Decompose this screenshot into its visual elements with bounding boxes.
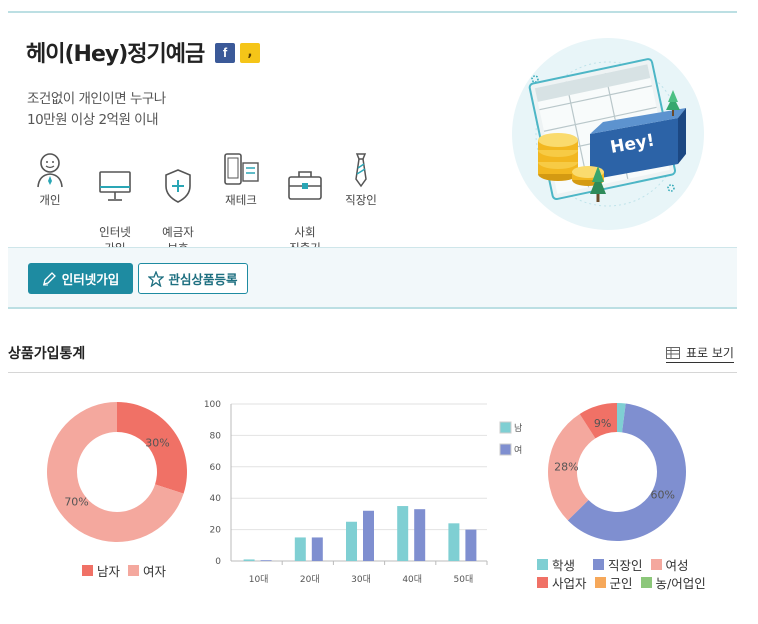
bar-legend-swatch-0 bbox=[499, 421, 512, 434]
monitor-icon bbox=[99, 171, 131, 201]
legend-swatch-military bbox=[594, 577, 606, 588]
product-illustration: Hey! bbox=[512, 38, 704, 230]
wishlist-register-button[interactable]: 관심상품등록 bbox=[138, 263, 248, 294]
x-tick-label: 20대 bbox=[300, 574, 320, 585]
bar-여-20대 bbox=[311, 537, 323, 561]
person-icon bbox=[37, 153, 63, 188]
facebook-share-icon[interactable]: f bbox=[215, 43, 235, 63]
bar-legend-label-1: 여 bbox=[514, 444, 522, 456]
feature-employee: 직장인 bbox=[334, 152, 388, 208]
legend-swatch-farmer bbox=[640, 577, 652, 588]
bar-남-10대 bbox=[243, 559, 255, 561]
table-view-link[interactable]: 표로 보기 bbox=[666, 344, 734, 363]
x-tick-label: 30대 bbox=[351, 574, 371, 585]
action-bar: 인터넷가입 관심상품등록 bbox=[8, 247, 737, 309]
shield-icon bbox=[165, 169, 191, 203]
legend-label-business: 사업자 bbox=[552, 576, 587, 591]
gender-legend: 남자 여자 bbox=[82, 561, 166, 580]
legend-label-woman: 여성 bbox=[665, 558, 689, 573]
legend-label-male: 남자 bbox=[97, 564, 121, 579]
necktie-icon bbox=[355, 153, 367, 188]
table-icon bbox=[666, 346, 680, 359]
x-tick-label: 40대 bbox=[402, 574, 422, 585]
y-tick-label: 0 bbox=[215, 557, 221, 567]
y-tick-label: 40 bbox=[210, 494, 222, 504]
feature-personal: 개인 bbox=[23, 152, 77, 208]
x-tick-label: 10대 bbox=[249, 574, 269, 585]
bar-남-50대 bbox=[448, 523, 460, 561]
stats-divider bbox=[8, 372, 737, 373]
donut-data-label-0: 30% bbox=[145, 437, 169, 450]
legend-label-employee: 직장인 bbox=[608, 558, 643, 573]
legend-swatch-female bbox=[128, 565, 140, 576]
donut-data-label-1: 60% bbox=[650, 489, 674, 502]
bar-여-40대 bbox=[414, 509, 426, 561]
briefcase-icon bbox=[288, 171, 322, 200]
product-title: 헤이(Hey)정기예금 bbox=[26, 42, 205, 67]
feature-label: 재테크 bbox=[225, 193, 257, 207]
wishlist-register-label: 관심상품등록 bbox=[168, 272, 238, 287]
y-tick-label: 20 bbox=[210, 526, 222, 536]
internet-join-label: 인터넷가입 bbox=[61, 272, 120, 287]
bar-여-50대 bbox=[465, 529, 477, 561]
bar-legend-label-0: 남 bbox=[514, 423, 522, 434]
top-divider bbox=[8, 11, 737, 13]
feature-investment: 재테크 bbox=[214, 152, 268, 208]
mobile-icon bbox=[224, 153, 259, 185]
occupation-legend-row2: 사업자 군인 농/어업인 bbox=[537, 573, 706, 592]
internet-join-button[interactable]: 인터넷가입 bbox=[28, 263, 133, 294]
bar-여-10대 bbox=[260, 560, 272, 561]
feature-protection: 예금자 보호 bbox=[151, 152, 205, 256]
donut-data-label-1: 70% bbox=[64, 495, 88, 508]
legend-label-female: 여자 bbox=[143, 564, 167, 579]
stats-title: 상품가입통계 bbox=[8, 346, 86, 362]
feature-newcomer: 사회 진출기 bbox=[278, 152, 332, 256]
feature-label: 개인 bbox=[39, 193, 61, 207]
legend-label-farmer: 농/어업인 bbox=[655, 576, 706, 591]
legend-swatch-employee bbox=[593, 559, 605, 570]
occupation-donut-chart: 60% 28% 9% bbox=[548, 403, 686, 541]
legend-swatch-student bbox=[537, 559, 548, 570]
kakaostory-share-icon[interactable]: , bbox=[240, 43, 260, 63]
y-tick-label: 80 bbox=[210, 431, 222, 441]
table-view-label: 표로 보기 bbox=[686, 346, 734, 360]
star-icon bbox=[148, 270, 165, 287]
donut-data-label-2: 28% bbox=[554, 460, 578, 473]
bar-legend-swatch-1 bbox=[499, 443, 512, 456]
product-desc-line-1: 조건없이 개인이면 누구나 bbox=[27, 91, 166, 107]
bar-남-30대 bbox=[346, 521, 357, 561]
legend-swatch-business bbox=[537, 577, 548, 588]
legend-swatch-male bbox=[82, 565, 93, 576]
bar-남-20대 bbox=[294, 537, 306, 561]
occupation-legend-row1: 학생 직장인 여성 bbox=[537, 555, 689, 574]
product-desc-line-2: 10만원 이상 2억원 이내 bbox=[27, 112, 159, 128]
bar-여-30대 bbox=[363, 510, 374, 561]
y-tick-label: 60 bbox=[210, 463, 222, 473]
age-bar-chart: 0 20 40 60 80 100 10대 20대 30대 40대 50대 남여 bbox=[204, 400, 522, 585]
bar-남-40대 bbox=[397, 506, 409, 561]
feature-label: 직장인 bbox=[345, 193, 377, 207]
feature-internet: 인터넷 가입 bbox=[88, 152, 142, 256]
legend-label-student: 학생 bbox=[552, 558, 576, 573]
legend-label-military: 군인 bbox=[609, 576, 633, 591]
pencil-icon bbox=[42, 271, 56, 285]
y-tick-label: 100 bbox=[204, 400, 221, 410]
donut-data-label-3: 9% bbox=[594, 417, 611, 430]
legend-swatch-woman bbox=[650, 559, 662, 570]
x-tick-label: 50대 bbox=[454, 574, 474, 585]
gender-donut-chart: 30% 70% bbox=[47, 402, 188, 542]
